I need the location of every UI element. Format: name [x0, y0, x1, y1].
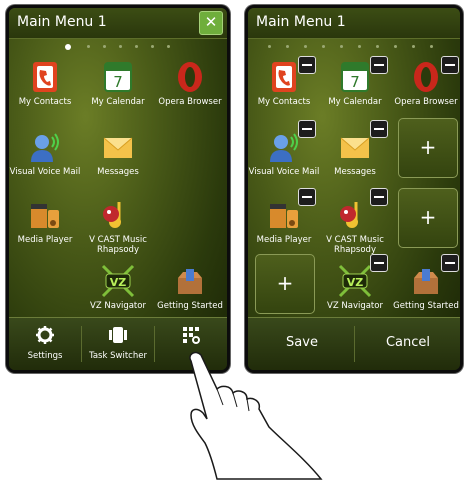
home-screen: Main Menu 1 ✕ My Contacts 7 My Calendar … [9, 8, 227, 370]
app-label: Messages [334, 167, 376, 177]
page-dot-active [65, 44, 71, 50]
add-shortcut-slot[interactable]: + [398, 188, 458, 248]
menu-title: Main Menu 1 [17, 14, 107, 30]
app-label: My Calendar [91, 97, 145, 107]
remove-vcast-button[interactable] [370, 188, 388, 206]
app-getting-started[interactable]: Getting Started [154, 264, 226, 311]
app-label: Visual Voice Mail [248, 167, 320, 177]
svg-text:VZ: VZ [110, 276, 127, 289]
page-dot [340, 45, 343, 48]
getting-started-icon [178, 269, 202, 294]
app-label: Media Player [256, 235, 312, 245]
calendar-icon: 7 [104, 62, 132, 92]
page-dot [119, 45, 122, 48]
calendar-icon: 7 [341, 62, 369, 92]
app-label: VZ Navigator [327, 301, 383, 311]
remove-messages-button[interactable] [370, 120, 388, 138]
app-label: My Contacts [257, 97, 311, 107]
page-dot [394, 45, 397, 48]
app-label: V CAST Music Rhapsody [326, 235, 384, 255]
page-dot [103, 45, 106, 48]
app-my-contacts[interactable]: My Contacts [9, 60, 81, 107]
app-vcast-music[interactable]: V CAST Music Rhapsody [82, 198, 154, 255]
vcast-music-icon [340, 202, 358, 228]
phone-normal-mode: Main Menu 1 ✕ My Contacts 7 My Calendar … [6, 5, 230, 373]
page-dot [286, 45, 289, 48]
opera-icon [178, 62, 202, 92]
contacts-icon [33, 62, 57, 92]
envelope-icon [340, 137, 370, 158]
page-dot [151, 45, 154, 48]
page-dot [322, 45, 325, 48]
app-label: My Contacts [18, 97, 72, 107]
app-label: Getting Started [157, 301, 223, 311]
task-switcher-label: Task Switcher [89, 351, 147, 361]
page-dot [376, 45, 379, 48]
voicemail-icon [31, 133, 59, 162]
task-switcher-button[interactable]: Task Switcher [82, 322, 154, 361]
app-label: Getting Started [393, 301, 459, 311]
grid-gear-icon [183, 327, 200, 344]
title-bar: Main Menu 1 ✕ [9, 8, 227, 39]
app-vcast-music[interactable]: V CAST Music Rhapsody [319, 198, 391, 255]
page-indicator [248, 45, 460, 51]
media-player-icon [270, 204, 298, 228]
remove-media-player-button[interactable] [298, 188, 316, 206]
remove-contacts-button[interactable] [298, 56, 316, 74]
media-player-icon [31, 204, 59, 228]
add-shortcut-slot[interactable]: + [255, 254, 315, 314]
app-label: VZ Navigator [90, 301, 146, 311]
vcast-music-icon [103, 202, 121, 228]
gear-icon [36, 326, 54, 344]
page-dot [304, 45, 307, 48]
add-shortcut-slot[interactable]: + [398, 118, 458, 178]
app-label: My Calendar [328, 97, 382, 107]
page-indicator [9, 44, 227, 51]
contacts-icon [272, 62, 296, 92]
remove-vz-navigator-button[interactable] [370, 254, 388, 272]
svg-text:7: 7 [113, 73, 123, 91]
app-label: Visual Voice Mail [9, 167, 81, 177]
opera-icon [414, 62, 438, 92]
app-messages[interactable]: Messages [82, 130, 154, 177]
page-dot [412, 45, 415, 48]
task-switcher-icon [109, 327, 127, 343]
app-vz-navigator[interactable]: VZ VZ Navigator [82, 264, 154, 311]
close-button[interactable]: ✕ [199, 11, 223, 35]
svg-text:7: 7 [350, 73, 360, 91]
settings-button[interactable]: Settings [9, 322, 81, 361]
tapping-hand-illustration [189, 351, 323, 480]
app-label: Opera Browser [158, 97, 222, 107]
app-label: Media Player [17, 235, 73, 245]
page-dot [358, 45, 361, 48]
remove-opera-button[interactable] [441, 56, 459, 74]
app-opera-browser[interactable]: Opera Browser [154, 60, 226, 107]
app-label: V CAST Music Rhapsody [89, 235, 147, 255]
app-visual-voice-mail[interactable]: Visual Voice Mail [9, 130, 81, 177]
title-bar: Main Menu 1 [248, 8, 460, 39]
app-my-calendar[interactable]: 7 My Calendar [82, 60, 154, 107]
page-dot [268, 45, 271, 48]
phone-edit-mode: Main Menu 1 My Contacts 7 My Calendar Op… [245, 5, 463, 373]
settings-label: Settings [27, 351, 63, 361]
app-media-player[interactable]: Media Player [9, 198, 81, 245]
app-label: Opera Browser [394, 97, 458, 107]
vz-navigator-icon: VZ [101, 264, 135, 298]
remove-getting-started-button[interactable] [441, 254, 459, 272]
remove-voicemail-button[interactable] [298, 120, 316, 138]
svg-text:VZ: VZ [347, 276, 364, 289]
page-dot [430, 45, 433, 48]
vz-navigator-icon: VZ [338, 264, 372, 298]
remove-calendar-button[interactable] [370, 56, 388, 74]
voicemail-icon [270, 133, 298, 162]
edit-screen: Main Menu 1 My Contacts 7 My Calendar Op… [248, 8, 460, 370]
getting-started-icon [414, 269, 438, 294]
page-dot [167, 45, 170, 48]
menu-title: Main Menu 1 [256, 14, 346, 30]
page-dot [135, 45, 138, 48]
app-label: Messages [97, 167, 139, 177]
page-dot [87, 45, 90, 48]
envelope-icon [103, 137, 133, 158]
